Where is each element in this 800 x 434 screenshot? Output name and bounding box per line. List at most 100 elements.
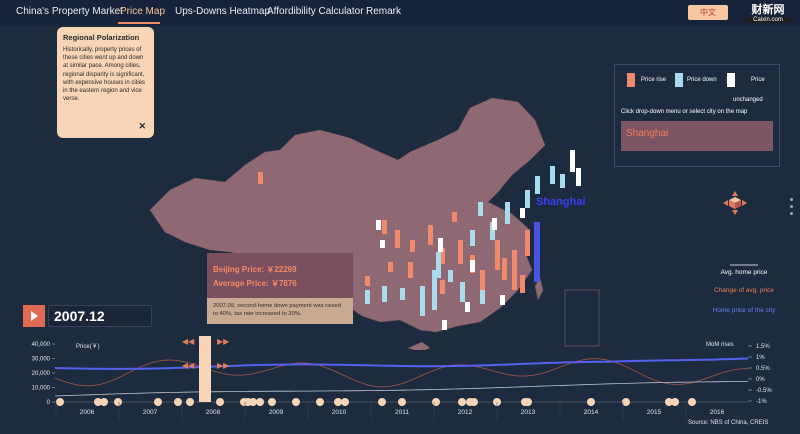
year-label: 2016 bbox=[710, 409, 725, 416]
rewind-icon: ◀◀ bbox=[182, 361, 195, 370]
unchanged-bar bbox=[500, 295, 505, 305]
down-bar bbox=[400, 288, 405, 300]
policy-dot bbox=[671, 398, 679, 406]
page-dot[interactable] bbox=[790, 212, 793, 215]
timeline-legend: Avg. home price Change of avg. price Hom… bbox=[708, 255, 780, 327]
policy-dot bbox=[398, 398, 406, 406]
rise-bar bbox=[388, 262, 393, 272]
unchanged-bar bbox=[520, 208, 525, 218]
source-note: Source: NBS of China, CREIS bbox=[688, 420, 769, 426]
tab-property-market[interactable]: China's Property Market bbox=[16, 6, 123, 17]
year-label: 2013 bbox=[521, 409, 536, 416]
page-dot[interactable] bbox=[790, 205, 793, 208]
rotate-control[interactable] bbox=[722, 190, 748, 216]
policy-dot bbox=[587, 398, 595, 406]
policy-dot bbox=[378, 398, 386, 406]
rise-swatch bbox=[627, 73, 635, 87]
year-label: 2010 bbox=[332, 409, 347, 416]
y-axis-label: Price(￥) bbox=[76, 343, 100, 350]
policy-note: 2007.09, second-home down payment was ra… bbox=[207, 298, 353, 324]
price-timeline[interactable]: Price(￥) MoM rises 40,000 30,000 20,000 10,… bbox=[0, 332, 800, 434]
average-price-text: Average Price: ￥7876 bbox=[213, 279, 297, 288]
unchanged-bar bbox=[438, 238, 443, 252]
unchanged-bar bbox=[470, 260, 475, 272]
city-dropdown[interactable]: Shanghai bbox=[621, 121, 773, 151]
policy-dot bbox=[432, 398, 440, 406]
caixin-logo[interactable]: 财新网 Caixin.com bbox=[744, 1, 792, 27]
info-card-title: Regional Polarization bbox=[63, 33, 140, 42]
top-nav: China's Property Market Price Map Ups-Do… bbox=[0, 0, 800, 26]
unchanged-bar bbox=[576, 168, 581, 186]
year-label: 2011 bbox=[395, 409, 409, 416]
policy-dot bbox=[341, 398, 349, 406]
policy-dot bbox=[688, 398, 696, 406]
year-label: 2014 bbox=[584, 409, 599, 416]
down-bar bbox=[448, 270, 453, 282]
price-tick: 20,000 bbox=[32, 371, 51, 377]
home-line bbox=[54, 357, 749, 370]
policy-dot bbox=[292, 398, 300, 406]
mom-label: MoM rises bbox=[706, 342, 734, 348]
percent-tick: -1% bbox=[756, 399, 767, 405]
rise-bar bbox=[452, 212, 457, 222]
price-ticks: 40,000 30,000 20,000 10,000 0 bbox=[32, 342, 55, 406]
rise-bar bbox=[525, 230, 530, 256]
rise-bar bbox=[495, 240, 500, 270]
rise-bar bbox=[502, 258, 507, 280]
rise-bar bbox=[408, 262, 413, 278]
unchanged-bar bbox=[492, 218, 497, 230]
down-bar bbox=[470, 230, 475, 246]
tab-affordability[interactable]: Affordibility Calculator bbox=[267, 6, 364, 17]
percent-tick: 1.5% bbox=[756, 344, 770, 350]
year-label: 2009 bbox=[269, 409, 284, 416]
legend-avg-price: Avg. home price bbox=[720, 269, 768, 276]
percent-tick: 1% bbox=[756, 355, 765, 361]
down-bar bbox=[382, 286, 387, 302]
price-tick: 0 bbox=[47, 400, 51, 406]
unchanged-bar bbox=[465, 302, 470, 312]
language-button[interactable]: 中文 bbox=[688, 5, 728, 20]
policy-dot bbox=[334, 398, 342, 406]
price-tick: 40,000 bbox=[32, 342, 51, 348]
policy-dot bbox=[186, 398, 194, 406]
policy-dot bbox=[470, 398, 478, 406]
page-indicator[interactable] bbox=[790, 198, 793, 219]
rise-bar bbox=[395, 230, 400, 248]
policy-dot bbox=[458, 398, 466, 406]
price-tick: 30,000 bbox=[32, 357, 51, 363]
legend-rise-label: Price rise bbox=[641, 77, 667, 83]
year-label: 2006 bbox=[80, 409, 95, 416]
play-button[interactable] bbox=[23, 305, 45, 327]
year-label: 2012 bbox=[458, 409, 473, 416]
rise-bar bbox=[458, 240, 463, 264]
down-bar bbox=[525, 190, 530, 208]
rise-bar bbox=[428, 225, 433, 245]
policy-dot bbox=[56, 398, 64, 406]
unchanged-bar bbox=[442, 320, 447, 330]
policy-dot bbox=[316, 398, 324, 406]
policy-dot bbox=[216, 398, 224, 406]
down-bar bbox=[478, 202, 483, 216]
tab-price-map[interactable]: Price Map bbox=[120, 6, 165, 17]
policy-dot bbox=[100, 398, 108, 406]
year-label: 2008 bbox=[206, 409, 221, 416]
policy-dot bbox=[114, 398, 122, 406]
percent-tick: -0.5% bbox=[756, 388, 772, 394]
rise-bar bbox=[512, 250, 517, 290]
current-date: 2007.12 bbox=[48, 305, 152, 327]
percent-tick: 0% bbox=[756, 377, 765, 383]
year-label: 2007 bbox=[143, 409, 158, 416]
rise-bar bbox=[365, 276, 370, 286]
unchanged-bar bbox=[570, 150, 575, 172]
legend-panel: Price rise Price down Price unchanged Cl… bbox=[614, 64, 780, 167]
tab-heatmap[interactable]: Ups-Downs Heatmap bbox=[175, 6, 270, 17]
tab-remark[interactable]: Remark bbox=[366, 6, 401, 17]
page-dot[interactable] bbox=[790, 198, 793, 201]
legend-unchanged-label-a: Price bbox=[751, 77, 765, 83]
down-bar bbox=[480, 290, 485, 304]
timeline-chart: Price(￥) MoM rises 40,000 30,000 20,000 10,… bbox=[32, 336, 772, 420]
active-tab-indicator bbox=[118, 22, 160, 24]
policy-dot bbox=[249, 398, 257, 406]
forward-icon: ▶▶ bbox=[217, 361, 230, 370]
year-label: 2015 bbox=[647, 409, 662, 416]
